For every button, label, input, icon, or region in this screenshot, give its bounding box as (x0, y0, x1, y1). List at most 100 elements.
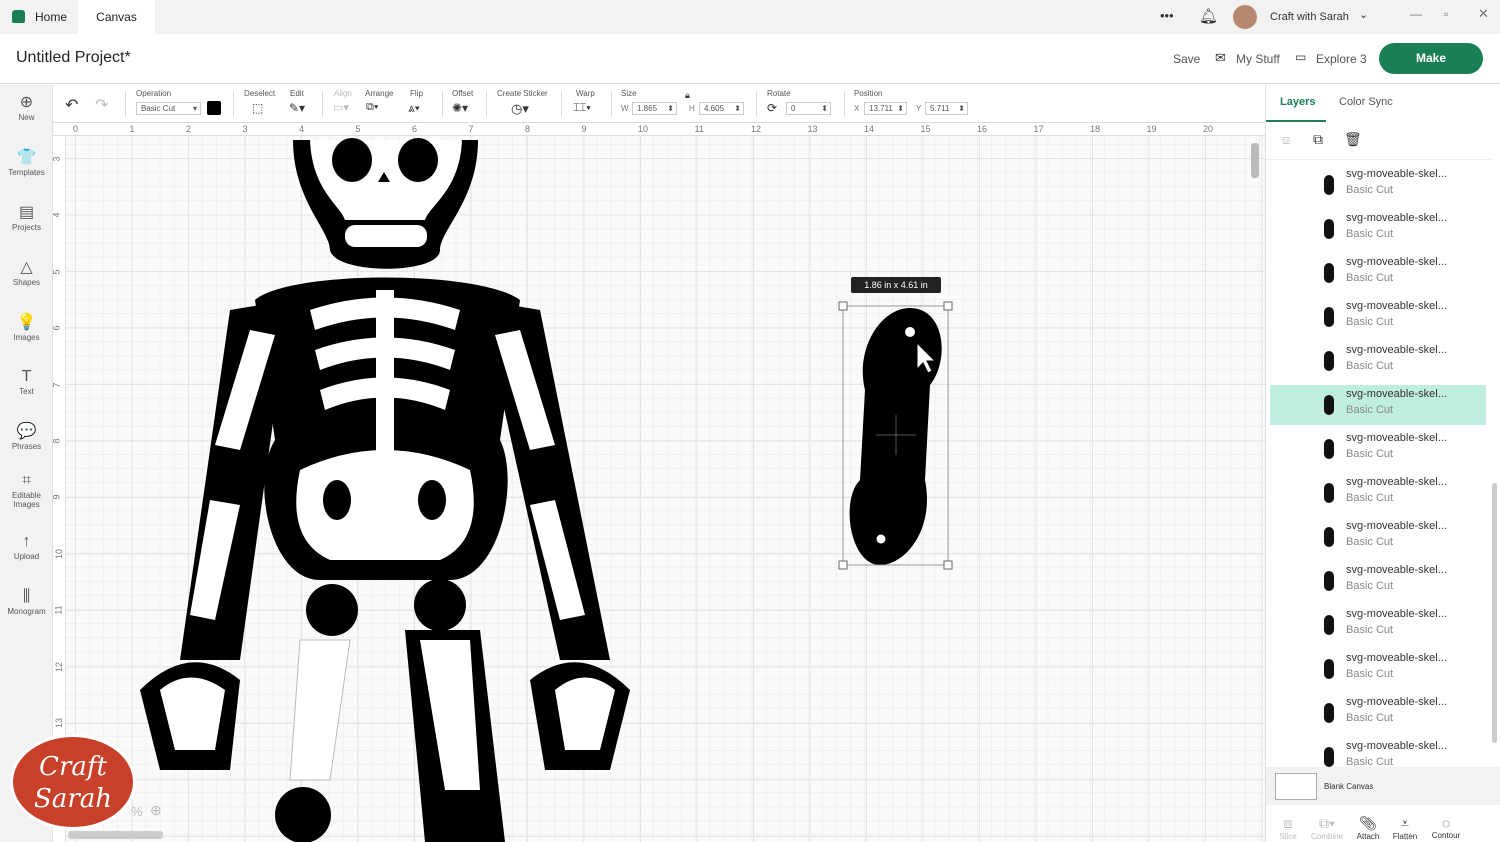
offset-icon[interactable]: ✺▾ (452, 101, 468, 115)
my-stuff-button[interactable]: My Stuff (1236, 52, 1280, 66)
sticker-icon[interactable]: ◷▾ (511, 101, 529, 117)
close-icon[interactable]: ✕ (1478, 6, 1489, 22)
warp-icon[interactable]: ⌶⌶▾ (573, 102, 591, 115)
horizontal-scrollbar[interactable] (68, 831, 163, 839)
sidebar-item-new[interactable]: ⊕ New (0, 93, 53, 122)
layer-scrollbar[interactable] (1491, 163, 1499, 763)
layer-name: svg-moveable-skel... (1346, 256, 1447, 268)
operation-label: Operation (136, 89, 172, 98)
pencil-icon[interactable]: ✎▾ (289, 101, 305, 115)
sidebar-item-upload[interactable]: ↑ Upload (0, 532, 53, 561)
slice-button[interactable]: ⧈ Slice (1268, 815, 1308, 841)
ruler-tick-label: 2 (186, 124, 192, 134)
upload-icon: ↑ (22, 533, 31, 550)
layer-item[interactable]: svg-moveable-skel... Basic Cut (1270, 253, 1486, 293)
save-button[interactable]: Save (1173, 52, 1200, 66)
canvas-swatch[interactable] (1275, 773, 1317, 800)
contour-button[interactable]: ◌ Contour (1426, 815, 1466, 840)
combine-button[interactable]: ⧉▾ Combine (1307, 815, 1347, 841)
bulb-icon: 💡 (16, 314, 37, 331)
duplicate-icon[interactable]: ⧉ (1313, 131, 1323, 148)
layer-item[interactable]: svg-moveable-skel... Basic Cut (1270, 737, 1486, 767)
make-button[interactable]: Make (1379, 43, 1483, 74)
layer-item[interactable]: svg-moveable-skel... Basic Cut (1270, 341, 1486, 381)
flatten-button[interactable]: ⩡ Flatten (1385, 815, 1425, 841)
layer-thumbnail-icon (1324, 395, 1334, 415)
layer-item[interactable]: svg-moveable-skel... Basic Cut (1270, 385, 1486, 425)
lock-icon[interactable]: 🔒︎ (685, 90, 690, 101)
layer-operation: Basic Cut (1346, 712, 1394, 724)
sidebar-item-text[interactable]: T Text (0, 367, 53, 396)
sidebar-item-images[interactable]: 💡 Images (0, 313, 53, 342)
height-input[interactable]: 4.605 ⬍ (699, 102, 744, 115)
layer-item[interactable]: svg-moveable-skel... Basic Cut (1270, 517, 1486, 557)
align-label: Align (334, 89, 352, 98)
bell-icon[interactable]: 🔔︎ (1199, 7, 1218, 25)
flip-icon[interactable]: ⩓▾ (408, 101, 420, 116)
layer-name: svg-moveable-skel... (1346, 476, 1447, 488)
mail-icon: ✉ (1215, 50, 1226, 65)
tab-layers[interactable]: Layers (1280, 96, 1315, 108)
sidebar-item-monogram[interactable]: ⫼ Monogram (0, 587, 53, 616)
arrange-icon[interactable]: ⧉▾ (366, 101, 378, 114)
arrange-label: Arrange (365, 89, 394, 98)
layer-item[interactable]: svg-moveable-skel... Basic Cut (1270, 165, 1486, 205)
undo-icon[interactable]: ↶ (65, 95, 78, 115)
chevron-down-icon[interactable]: ⌄ (1359, 8, 1368, 21)
tab-color-sync[interactable]: Color Sync (1339, 96, 1393, 108)
design-canvas[interactable]: 1.86 in x 4.61 in % ⊕ (53, 123, 1265, 842)
ruler-tick-label: 5 (355, 124, 361, 134)
machine-icon: ▭ (1295, 50, 1307, 64)
page-title[interactable]: Untitled Project* (16, 49, 131, 67)
tab-home[interactable]: Home (35, 0, 67, 34)
minimize-icon[interactable]: — (1410, 7, 1422, 21)
align-icon[interactable]: ▭▾ (333, 101, 349, 114)
deselect-icon[interactable]: ⬚ (252, 101, 263, 115)
layer-item[interactable]: svg-moveable-skel... Basic Cut (1270, 561, 1486, 601)
divider (486, 91, 487, 117)
width-input[interactable]: 1.865 ⬍ (632, 102, 677, 115)
maximize-icon[interactable]: ▫ (1444, 7, 1448, 21)
attach-button[interactable]: 📎︎ Attach (1348, 815, 1388, 841)
left-sidebar: ⊕ New 👕 Templates ▤ Projects △ Shapes 💡 Image… (0, 85, 53, 842)
ruler-tick-label: 20 (1203, 124, 1214, 134)
x-input[interactable]: 13.711 ⬍ (864, 102, 907, 115)
ruler-tick-label: 15 (920, 124, 931, 134)
trash-icon[interactable]: 🗑︎ (1344, 131, 1362, 148)
nav-label: Projects (12, 223, 41, 232)
rotate-input[interactable]: 0 ⬍ (786, 102, 831, 115)
avatar[interactable] (1233, 5, 1257, 29)
zoom-in-icon[interactable]: ⊕ (150, 802, 162, 819)
redo-icon[interactable]: ↷ (95, 95, 108, 115)
color-swatch[interactable] (207, 101, 221, 115)
layer-item[interactable]: svg-moveable-skel... Basic Cut (1270, 429, 1486, 469)
blank-canvas-row[interactable]: Blank Canvas (1266, 767, 1500, 805)
sidebar-item-shapes[interactable]: △ Shapes (0, 258, 53, 287)
layer-item[interactable]: svg-moveable-skel... Basic Cut (1270, 473, 1486, 513)
operation-select[interactable]: Basic Cut ▾ (136, 102, 201, 115)
sidebar-item-projects[interactable]: ▤ Projects (0, 203, 53, 232)
sidebar-item-templates[interactable]: 👕 Templates (0, 148, 53, 177)
group-icon[interactable]: ⧈ (1282, 132, 1290, 148)
machine-selector[interactable]: Explore 3 (1316, 52, 1367, 66)
layer-item[interactable]: svg-moveable-skel... Basic Cut (1270, 605, 1486, 645)
y-input[interactable]: 5.711 ⬍ (925, 102, 968, 115)
ruler-tick-label: 12 (54, 661, 65, 672)
tab-canvas[interactable]: Canvas (78, 0, 155, 34)
y-label: Y (916, 104, 922, 113)
vertical-scrollbar[interactable] (1251, 143, 1259, 178)
layer-item[interactable]: svg-moveable-skel... Basic Cut (1270, 649, 1486, 689)
user-name[interactable]: Craft with Sarah (1270, 11, 1349, 23)
more-icon[interactable]: ••• (1160, 8, 1174, 23)
layer-item[interactable]: svg-moveable-skel... Basic Cut (1270, 693, 1486, 733)
layer-item[interactable]: svg-moveable-skel... Basic Cut (1270, 297, 1486, 337)
sidebar-item-phrases[interactable]: 💬 Phrases (0, 422, 53, 451)
ruler-tick-label: 4 (299, 124, 305, 134)
flip-label: Flip (410, 89, 423, 98)
ruler-tick-label: 19 (1146, 124, 1157, 134)
sidebar-item-editable-images[interactable]: ⌗ Editable Images (0, 471, 53, 509)
layer-name: svg-moveable-skel... (1346, 388, 1447, 400)
x-label: X (854, 104, 860, 113)
layer-item[interactable]: svg-moveable-skel... Basic Cut (1270, 209, 1486, 249)
ruler-tick-label: 6 (51, 325, 62, 331)
